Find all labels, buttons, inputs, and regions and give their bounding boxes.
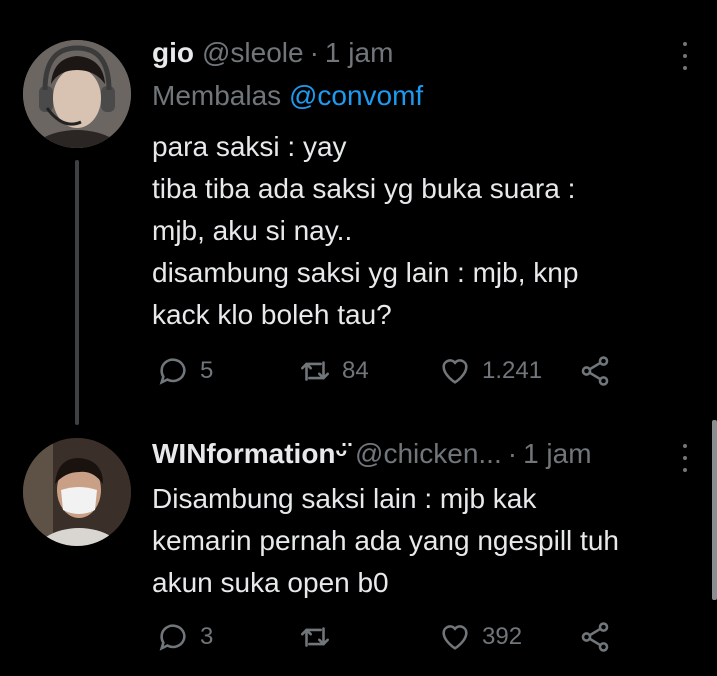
name-emoji: ᵕ̈ <box>335 438 348 469</box>
tweet-line: Disambung saksi lain : mjb kak <box>152 483 537 514</box>
retweet-count: 84 <box>342 357 369 384</box>
avatar-winformation[interactable] <box>23 438 131 546</box>
avatar-gio[interactable] <box>23 40 131 148</box>
user-handle[interactable]: @chicken... <box>355 438 502 470</box>
retweet-button[interactable]: 84 <box>298 354 369 388</box>
reply-icon <box>159 624 186 651</box>
tweet-header: gio @sleole · 1 jam <box>152 37 393 69</box>
tweet-winformation[interactable]: WINformation ᵕ̈ @chicken... · 1 jam Disa… <box>0 420 717 676</box>
more-icon[interactable] <box>681 42 689 70</box>
tweet-line: para saksi : yay <box>152 131 347 162</box>
action-bar: 5 84 1.241 <box>152 354 622 394</box>
display-name[interactable]: WINformation <box>152 438 336 470</box>
action-bar: 3 392 <box>152 620 622 660</box>
tweet-line: kack klo boleh tau? <box>152 299 392 330</box>
timestamp[interactable]: 1 jam <box>523 438 591 470</box>
reply-button[interactable]: 5 <box>156 354 213 388</box>
thread-line <box>75 160 79 425</box>
like-icon <box>442 359 468 384</box>
like-button[interactable]: 392 <box>438 620 522 654</box>
scrollbar[interactable] <box>712 420 717 600</box>
tweet-text: Disambung saksi lain : mjb kak kemarin p… <box>152 478 619 604</box>
replying-mention[interactable]: @convomf <box>289 80 423 111</box>
replying-to: Membalas @convomf <box>152 80 423 112</box>
share-icon <box>581 622 609 652</box>
share-button[interactable] <box>578 354 612 388</box>
tweet-line: kemarin pernah ada yang ngespill tuh <box>152 525 619 556</box>
separator-dot: · <box>507 438 518 469</box>
more-icon[interactable] <box>681 444 689 472</box>
timestamp[interactable]: 1 jam <box>325 37 393 69</box>
retweet-icon <box>300 361 330 381</box>
tweet-line: mjb, aku si nay.. <box>152 215 353 246</box>
tweet-line: akun suka open b0 <box>152 567 389 598</box>
share-button[interactable] <box>578 620 612 654</box>
like-icon <box>442 625 468 650</box>
tweet-header: WINformation ᵕ̈ @chicken... · 1 jam <box>152 438 592 470</box>
separator-dot: · <box>309 37 319 68</box>
tweet-line: tiba tiba ada saksi yg buka suara : <box>152 173 576 204</box>
reply-icon <box>159 358 186 385</box>
reply-count: 5 <box>200 357 214 384</box>
retweet-icon <box>300 627 330 647</box>
reply-button[interactable]: 3 <box>156 620 213 654</box>
like-count: 1.241 <box>482 357 543 384</box>
like-button[interactable]: 1.241 <box>438 354 542 388</box>
share-icon <box>581 356 609 386</box>
tweet-text: para saksi : yay tiba tiba ada saksi yg … <box>152 126 578 336</box>
like-count: 392 <box>482 623 523 650</box>
tweet-line: disambung saksi yg lain : mjb, knp <box>152 257 579 288</box>
replying-label: Membalas <box>152 80 282 111</box>
tweet-gio[interactable]: gio @sleole · 1 jam Membalas @convomf pa… <box>0 0 717 430</box>
reply-count: 3 <box>200 623 214 650</box>
retweet-button[interactable] <box>298 620 342 654</box>
user-handle[interactable]: @sleole <box>202 37 304 69</box>
display-name[interactable]: gio <box>152 37 194 69</box>
